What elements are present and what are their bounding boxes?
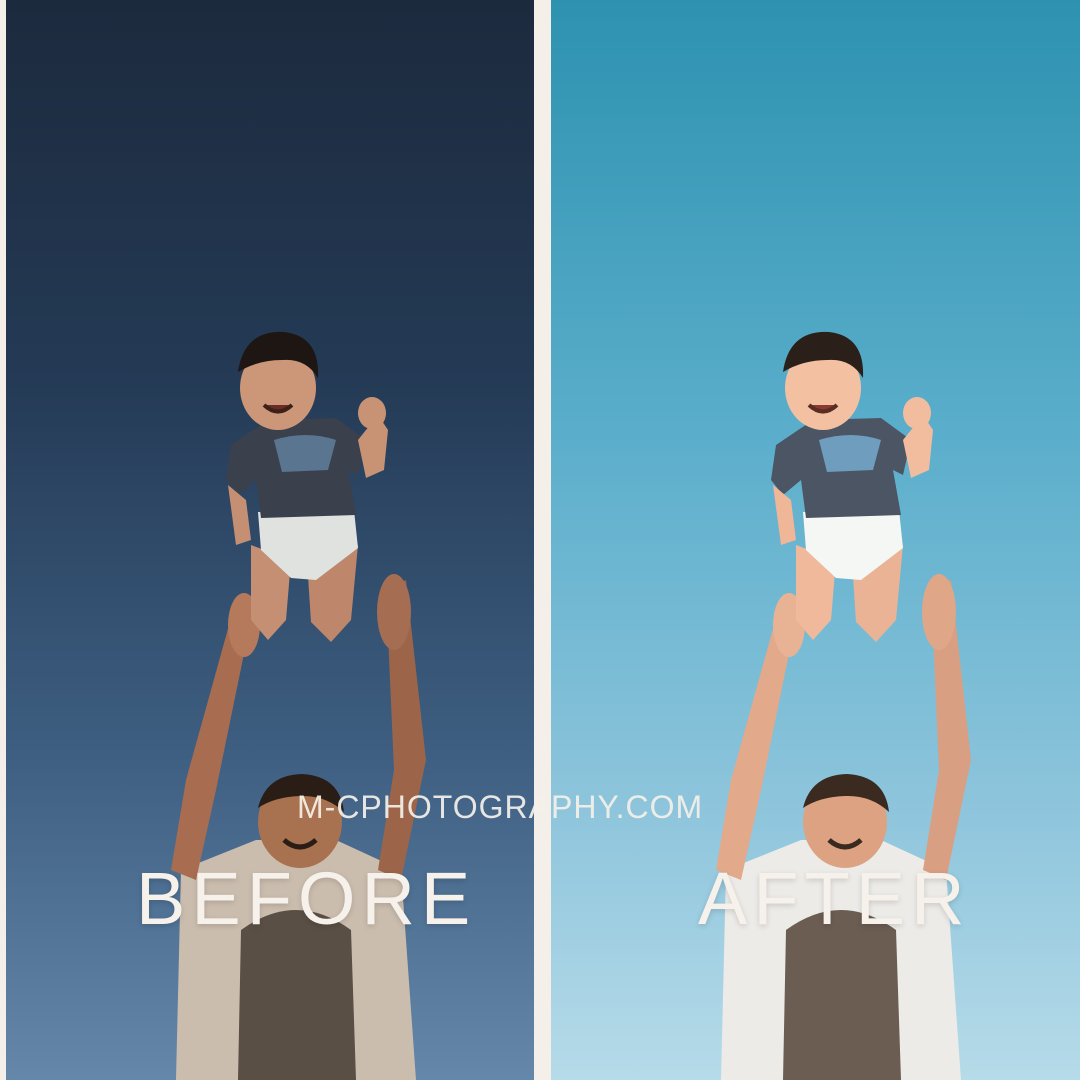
- before-label: BEFORE: [136, 857, 477, 940]
- watermark-text: M-CPHOTOGRAPHY.COM: [297, 789, 704, 825]
- before-after-comparison: M-CPHOTOGRAPHY.COM BEFORE AFTER: [0, 0, 1080, 1080]
- after-label: AFTER: [698, 857, 971, 940]
